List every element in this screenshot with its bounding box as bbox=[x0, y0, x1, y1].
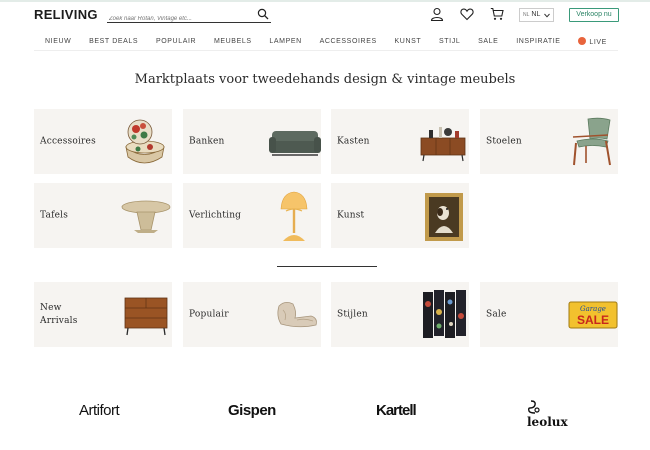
nav-item-live-label: LIVE bbox=[589, 39, 607, 46]
leolux-logo-icon bbox=[527, 400, 540, 414]
collection-tile-stijlen[interactable]: Stijlen bbox=[331, 282, 469, 347]
nav-item-inspiratie[interactable]: INSPIRATIE bbox=[516, 38, 560, 45]
section-divider bbox=[277, 266, 377, 267]
nav-item-best-deals[interactable]: BEST DEALS bbox=[89, 38, 138, 45]
sale-sign-top: Garage bbox=[580, 305, 606, 313]
sale-sign-bottom: SALE bbox=[577, 313, 609, 327]
top-border bbox=[0, 0, 650, 2]
category-label: Stoelen bbox=[486, 136, 522, 146]
banken-image bbox=[269, 131, 321, 156]
nav-item-accessoires[interactable]: ACCESSOIRES bbox=[320, 38, 377, 45]
collection-tile-sale[interactable]: Sale Garage SALE bbox=[480, 282, 618, 347]
nav-item-kunst[interactable]: KUNST bbox=[395, 38, 422, 45]
category-label: Tafels bbox=[40, 210, 69, 220]
category-tile-banken[interactable]: Banken bbox=[183, 109, 321, 174]
page-title: Marktplaats voor tweedehands design & vi… bbox=[134, 72, 516, 87]
category-label: Banken bbox=[189, 136, 225, 146]
tafels-image bbox=[121, 200, 171, 233]
nav-item-populair[interactable]: POPULAIR bbox=[156, 38, 196, 45]
search-icon[interactable] bbox=[257, 8, 269, 20]
stijlen-image bbox=[423, 290, 466, 338]
sale-sign-image: Garage SALE bbox=[568, 301, 618, 329]
verlichting-image bbox=[280, 191, 308, 241]
collection-tile-new-arrivals[interactable]: New Arrivals bbox=[34, 282, 172, 347]
collection-label: New Arrivals bbox=[40, 302, 78, 326]
category-label: Kunst bbox=[337, 210, 365, 220]
nav-item-live[interactable]: LIVE bbox=[578, 37, 607, 46]
nav-item-nieuw[interactable]: NIEUW bbox=[45, 38, 71, 45]
category-tile-kasten[interactable]: Kasten bbox=[331, 109, 469, 174]
brand-artifort[interactable]: Artifort bbox=[79, 402, 120, 419]
collection-label: Sale bbox=[486, 309, 507, 319]
new-arrivals-image bbox=[124, 297, 168, 336]
populair-image bbox=[277, 302, 317, 328]
nav-item-stijl[interactable]: STIJL bbox=[439, 38, 460, 45]
sell-button[interactable]: Verkoop nu bbox=[569, 8, 619, 22]
brand-leolux[interactable]: leolux bbox=[527, 415, 568, 429]
category-tile-kunst[interactable]: Kunst bbox=[331, 183, 469, 248]
category-label: Verlichting bbox=[189, 210, 242, 220]
stoelen-image bbox=[572, 117, 611, 166]
brand-kartell[interactable]: Kartell bbox=[376, 402, 417, 419]
category-tile-stoelen[interactable]: Stoelen bbox=[480, 109, 618, 174]
nav-item-meubels[interactable]: MEUBELS bbox=[214, 38, 252, 45]
category-tile-verlichting[interactable]: Verlichting bbox=[183, 183, 321, 248]
kasten-image bbox=[420, 127, 466, 162]
brand-gispen[interactable]: Gispen bbox=[228, 402, 276, 419]
live-indicator-icon bbox=[578, 37, 587, 45]
category-tile-accessoires[interactable]: Accessoires bbox=[34, 109, 172, 174]
search-bar[interactable] bbox=[107, 7, 271, 26]
account-icon[interactable] bbox=[430, 7, 444, 21]
nav-item-lampen[interactable]: LAMPEN bbox=[269, 38, 301, 45]
language-label: NL bbox=[531, 11, 541, 18]
collection-tile-populair[interactable]: Populair bbox=[183, 282, 321, 347]
kunst-image bbox=[425, 193, 463, 241]
cart-icon[interactable] bbox=[490, 7, 504, 21]
chevron-down-icon bbox=[544, 13, 550, 18]
site-logo[interactable]: RELIVING bbox=[34, 7, 98, 22]
heart-icon[interactable] bbox=[460, 7, 474, 21]
search-input[interactable] bbox=[107, 12, 247, 26]
category-label: Accessoires bbox=[40, 136, 96, 146]
collection-label: Stijlen bbox=[337, 309, 368, 319]
nav-item-sale[interactable]: SALE bbox=[478, 38, 498, 45]
language-selector[interactable]: NL NL bbox=[519, 8, 554, 22]
accessoires-image bbox=[125, 119, 165, 164]
collection-label: Populair bbox=[189, 309, 229, 319]
category-label: Kasten bbox=[337, 136, 370, 146]
main-nav: NIEUW BEST DEALS POPULAIR MEUBELS LAMPEN… bbox=[34, 33, 618, 51]
category-tile-tafels[interactable]: Tafels bbox=[34, 183, 172, 248]
language-flag: NL bbox=[523, 12, 530, 18]
